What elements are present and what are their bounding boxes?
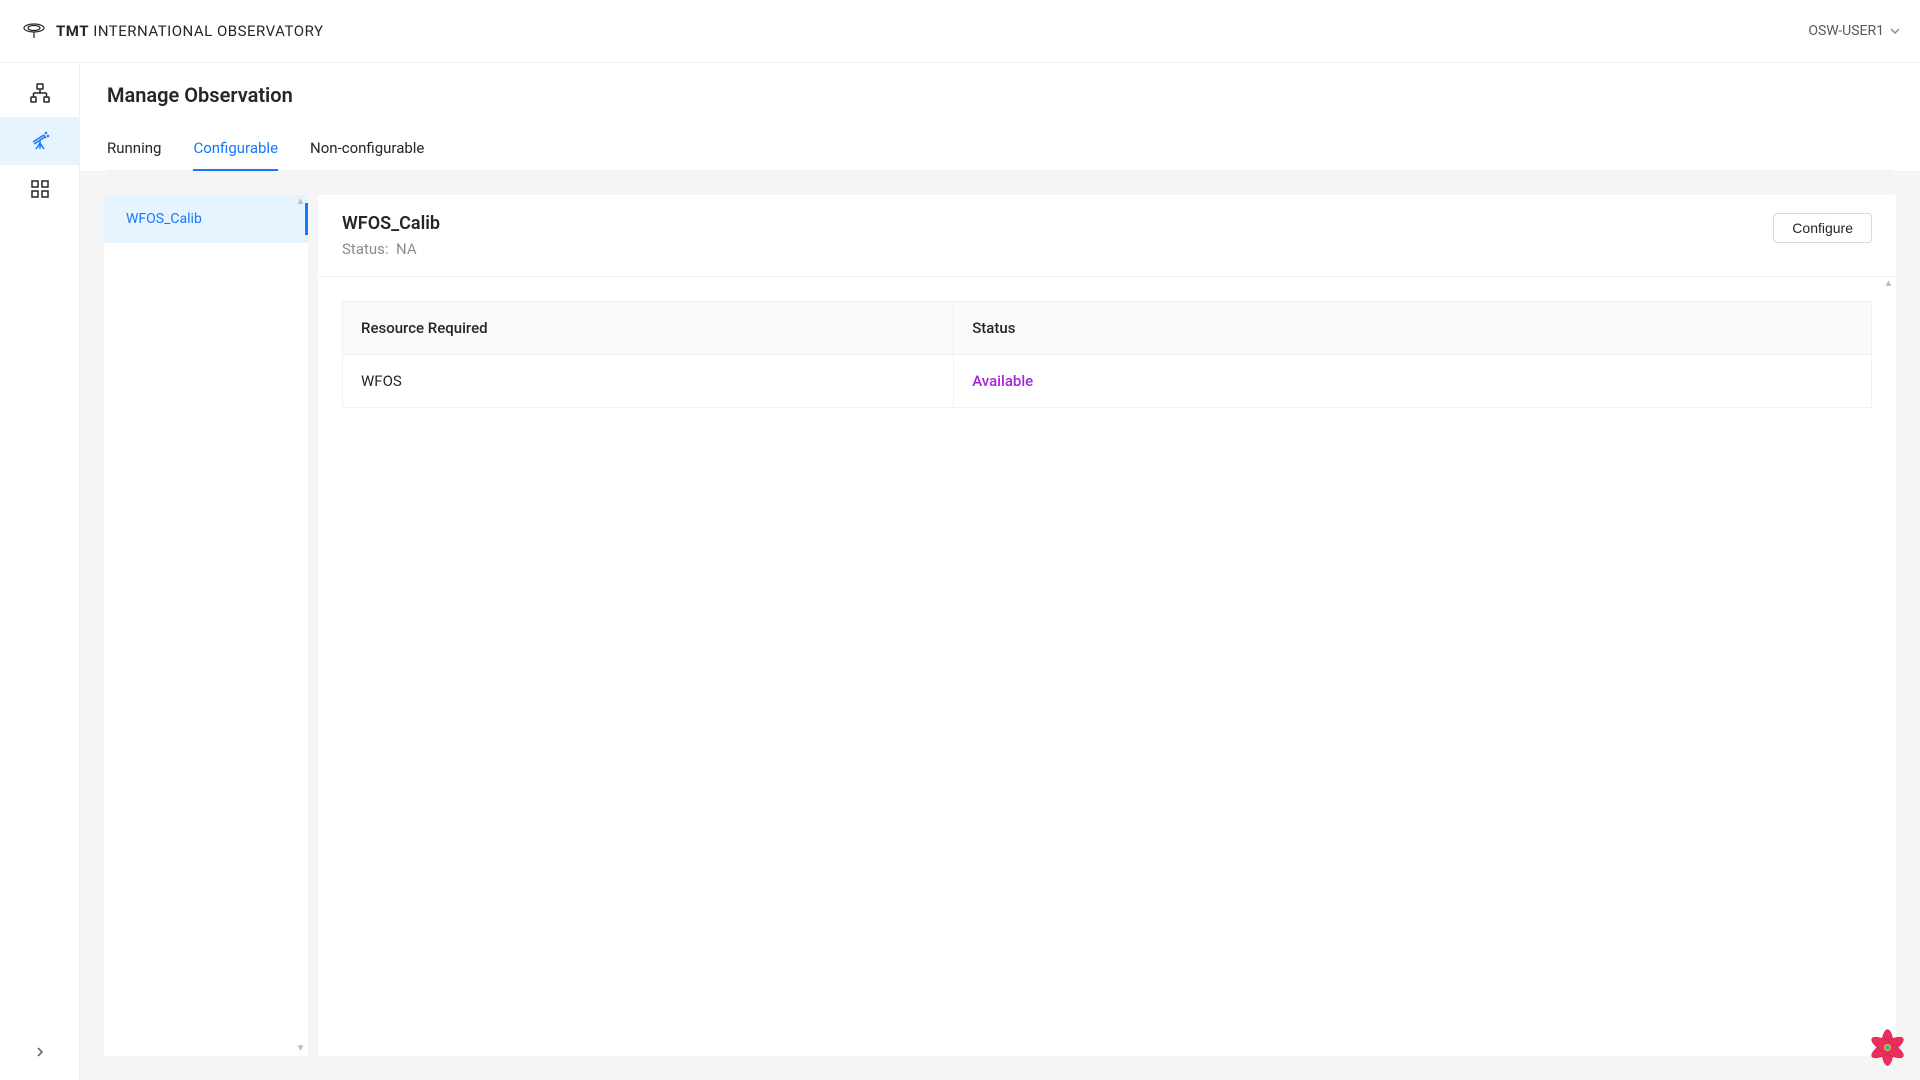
scroll-up-icon[interactable]: ▲	[1884, 279, 1894, 289]
detail-header: WFOS_Calib Status: NA Configure	[318, 195, 1896, 277]
th-status: Status	[954, 302, 1871, 354]
td-status: Available	[954, 355, 1871, 407]
logo-text: TMT INTERNATIONAL OBSERVATORY	[56, 22, 323, 40]
left-sidebar	[0, 63, 80, 1080]
list-item[interactable]: WFOS_Calib	[104, 195, 308, 243]
tab-non-configurable[interactable]: Non-configurable	[310, 127, 424, 171]
table-header: Resource Required Status	[343, 302, 1871, 355]
list-scrollbar[interactable]: ▲ ▼	[293, 195, 308, 1056]
sidebar-item-infrastructure[interactable]	[0, 69, 80, 117]
scroll-down-icon[interactable]: ▼	[296, 1044, 306, 1054]
sidebar-item-observations[interactable]	[0, 117, 80, 165]
detail-status-label: Status:	[342, 240, 389, 258]
detail-title: WFOS_Calib	[342, 213, 440, 234]
page-header: Manage Observation Running Configurable …	[80, 63, 1920, 171]
th-resource: Resource Required	[343, 302, 954, 354]
user-menu[interactable]: OSW-USER1	[1808, 23, 1900, 39]
detail-status: Status: NA	[342, 240, 440, 258]
sidebar-expand-button[interactable]	[0, 1032, 80, 1072]
logo-text-bold: TMT	[56, 22, 89, 40]
detail-scrollbar[interactable]: ▲ ▼	[1881, 277, 1896, 1056]
logo-text-light: INTERNATIONAL OBSERVATORY	[89, 22, 323, 40]
configure-button[interactable]: Configure	[1773, 213, 1872, 243]
td-resource: WFOS	[343, 355, 954, 407]
page-title: Manage Observation	[107, 83, 1893, 107]
sidebar-item-resources[interactable]	[0, 165, 80, 213]
detail-status-value: NA	[396, 240, 417, 258]
resource-table: Resource Required Status WFOS Available	[342, 301, 1872, 408]
logo: TMT INTERNATIONAL OBSERVATORY	[20, 22, 323, 40]
table-row: WFOS Available	[343, 355, 1871, 407]
detail-body: Resource Required Status WFOS Available …	[318, 277, 1896, 1056]
logo-icon	[20, 22, 48, 40]
tabs: Running Configurable Non-configurable	[107, 127, 1893, 171]
tab-running[interactable]: Running	[107, 127, 161, 171]
observation-detail-panel: WFOS_Calib Status: NA Configure Resource…	[318, 195, 1896, 1056]
scroll-up-icon[interactable]: ▲	[296, 197, 306, 207]
chevron-down-icon	[1890, 28, 1900, 34]
grid-icon	[31, 180, 49, 198]
infrastructure-icon	[30, 83, 50, 103]
chevron-right-icon	[36, 1046, 44, 1058]
user-name: OSW-USER1	[1808, 23, 1884, 39]
tab-configurable[interactable]: Configurable	[193, 127, 278, 171]
top-header: TMT INTERNATIONAL OBSERVATORY OSW-USER1	[0, 0, 1920, 63]
telescope-icon	[30, 131, 50, 151]
observation-list-panel: WFOS_Calib ▲ ▼	[104, 195, 308, 1056]
devtools-atom-icon[interactable]	[1865, 1025, 1910, 1070]
